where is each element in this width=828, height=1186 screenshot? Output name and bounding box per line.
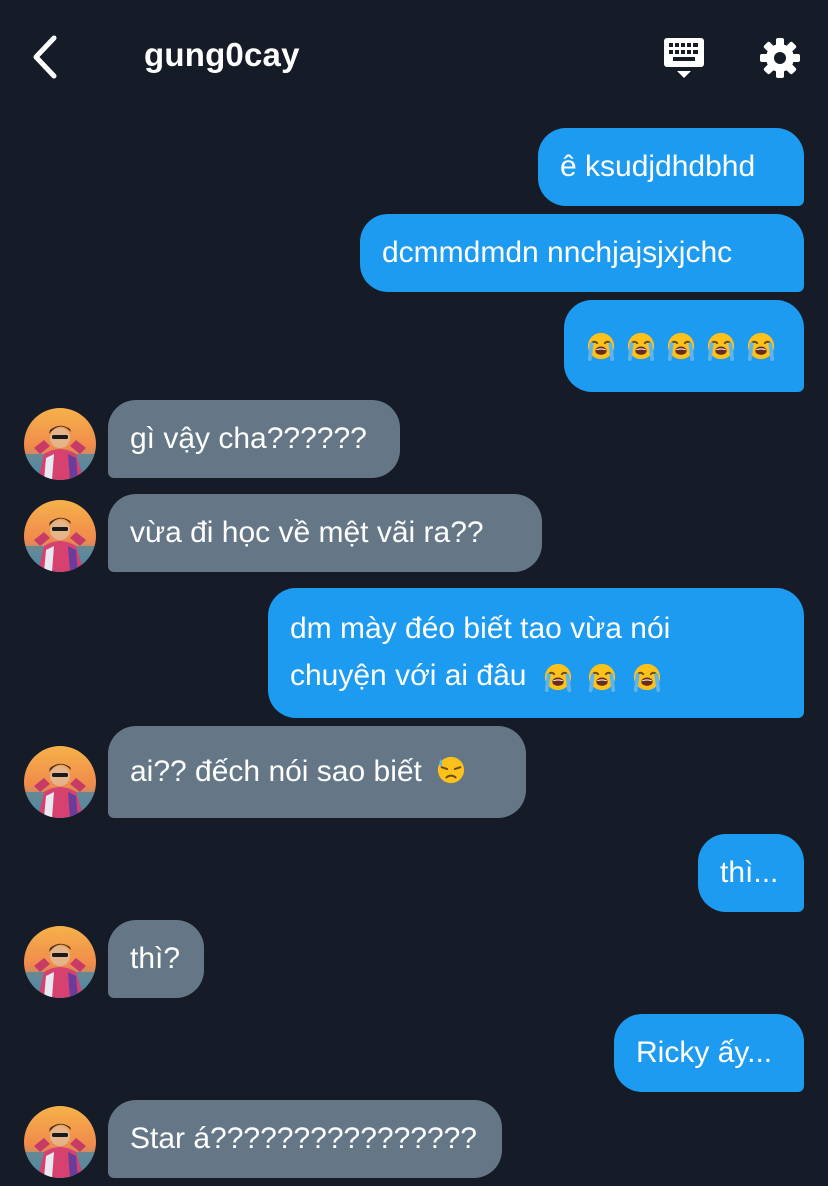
message-text: Ricky ấy... [636,1036,773,1069]
message-bubble-incoming[interactable]: vừa đi học về mệt vãi ra?? [108,494,542,572]
message-bubble-incoming[interactable]: gì vậy cha?????? [108,400,400,478]
message-text: dcmmdmdn nnchjajsjxjchc [382,236,733,269]
avatar[interactable] [24,926,96,998]
message-bubble-outgoing[interactable]: dm mày đéo biết tao vừa nói chuyện với a… [268,588,804,718]
message-bubble-incoming[interactable]: ai?? đếch nói sao biết [108,726,526,818]
message-bubble-outgoing[interactable]: ê ksudjdhdbhd [538,128,804,206]
avatar[interactable] [24,408,96,480]
message-bubble-outgoing[interactable]: Ricky ấy... [614,1014,804,1092]
message-bubble-incoming[interactable]: Star á???????????????? [108,1100,502,1178]
loudly-crying-face-icon [746,331,776,361]
message-text: gì vậy cha?????? [130,422,367,455]
loudly-crying-face-icon [666,331,696,361]
conversation-title: gung0cay [144,36,300,73]
message-text: chuyện với ai đâu [290,659,527,692]
chat-screen: gung0cay ê ksudjdhdbhd dcmmdmdn nnchjajs… [0,0,828,1186]
avatar[interactable] [24,500,96,572]
message-text: thì? [130,942,181,975]
message-text: ai?? đếch nói sao biết [130,755,422,788]
loudly-crying-face-icon [586,331,616,361]
loudly-crying-face-icon [587,662,617,692]
loudly-crying-face-icon [626,331,656,361]
loudly-crying-face-icon [543,662,573,692]
message-text: vừa đi học về mệt vãi ra?? [130,516,484,549]
back-button[interactable] [22,30,70,84]
message-text-line: chuyện với ai đâu [290,652,782,699]
message-text: thì... [720,856,779,889]
message-bubble-outgoing[interactable] [564,300,804,392]
chat-header: gung0cay [0,0,828,112]
keyboard-icon [664,38,704,78]
message-bubble-outgoing[interactable]: dcmmdmdn nnchjajsjxjchc [360,214,804,292]
settings-button[interactable] [756,34,804,82]
message-text: ê ksudjdhdbhd [560,150,756,183]
message-bubble-outgoing[interactable]: thì... [698,834,804,912]
chevron-left-icon [33,35,57,79]
message-bubble-incoming[interactable]: thì? [108,920,204,998]
loudly-crying-face-icon [632,662,662,692]
emoji-row [586,300,782,392]
message-text: Star á???????????????? [130,1122,477,1155]
loudly-crying-face-icon [706,331,736,361]
downcast-face-with-sweat-icon [436,755,466,785]
avatar[interactable] [24,746,96,818]
avatar[interactable] [24,1106,96,1178]
gear-icon [760,38,800,78]
message-text-line: dm mày đéo biết tao vừa nói [290,612,671,645]
keyboard-button[interactable] [660,34,708,82]
